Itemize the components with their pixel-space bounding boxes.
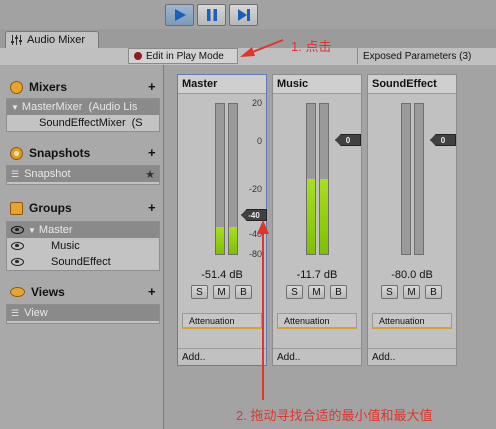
annotation-arrows (240, 39, 284, 400)
annotation-step2: 2. 拖动寻找合适的最小值和最大值 (236, 408, 433, 423)
arrow-head-icon (257, 220, 269, 234)
arrow-line (249, 39, 284, 54)
arrow-head-icon (240, 47, 255, 57)
annotation-step1: 1. 点击 (291, 39, 332, 54)
